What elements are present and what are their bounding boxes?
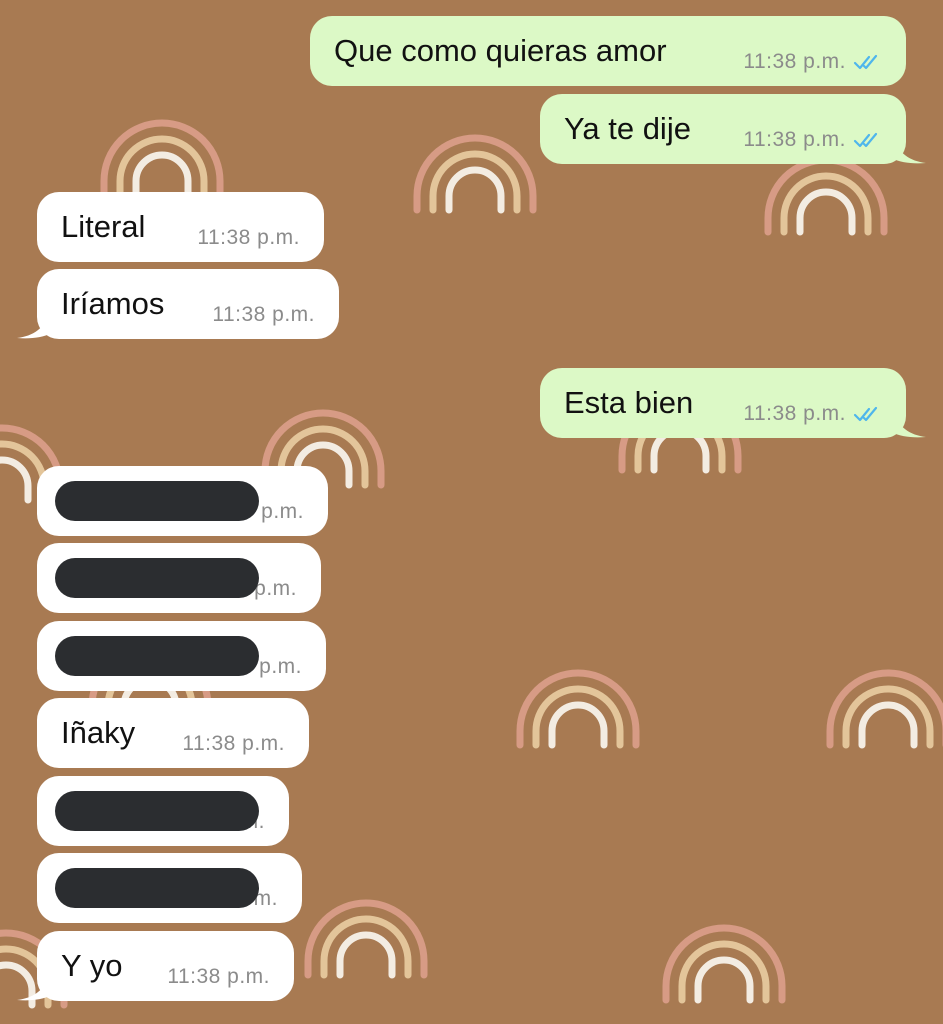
outgoing-message[interactable]: Esta bien 11:38 p.m. <box>540 368 926 438</box>
message-meta: 11:38 p.m. <box>167 965 270 989</box>
message-meta: 11:38 p.m. <box>212 303 315 327</box>
message-time: 11:38 p.m. <box>743 402 846 425</box>
redaction-bar <box>55 868 259 908</box>
outgoing-message[interactable]: Que como quieras amor 11:38 p.m. <box>310 16 906 86</box>
incoming-message[interactable]: Y yo 11:38 p.m. <box>17 931 294 1001</box>
message-text: Y yo <box>61 948 123 983</box>
bubble-tail <box>892 134 926 164</box>
rainbow-icon <box>666 928 782 1000</box>
message-text: Literal <box>61 209 146 244</box>
incoming-message[interactable]: p.m. <box>37 621 326 691</box>
rainbow-icon <box>417 138 533 210</box>
incoming-message[interactable]: Literal 11:38 p.m. <box>37 192 324 262</box>
incoming-message[interactable]: Iríamos 11:38 p.m. <box>17 269 339 339</box>
incoming-message[interactable]: m. <box>37 776 289 846</box>
incoming-message[interactable]: p.m. <box>37 466 328 536</box>
read-double-check-icon <box>853 406 878 422</box>
incoming-message[interactable]: Iñaky 11:38 p.m. <box>37 698 309 768</box>
outgoing-message[interactable]: Ya te dije 11:38 p.m. <box>540 94 926 164</box>
rainbow-icon <box>104 123 220 195</box>
message-time: p.m. <box>259 655 302 678</box>
message-text: Iñaky <box>61 715 136 750</box>
redaction-bar <box>55 481 259 521</box>
read-double-check-icon <box>853 132 878 148</box>
message-meta: 11:38 p.m. <box>743 402 882 426</box>
redaction-bar <box>55 558 259 598</box>
message-meta: 11:38 p.m. <box>182 732 285 756</box>
message-meta: 11:38 p.m. <box>743 50 882 74</box>
message-time: 11:38 p.m. <box>743 128 846 151</box>
incoming-message[interactable]: p.m. <box>37 543 321 613</box>
redaction-bar <box>55 636 259 676</box>
message-text: Que como quieras amor <box>334 33 667 68</box>
rainbow-icon <box>830 673 943 745</box>
message-meta: p.m. <box>261 500 304 524</box>
message-time: p.m. <box>261 500 304 523</box>
message-time: p.m. <box>254 577 297 600</box>
message-time: 11:38 p.m. <box>212 303 315 326</box>
message-time: 11:38 p.m. <box>743 50 846 73</box>
rainbow-icon <box>520 673 636 745</box>
bubble-tail <box>892 408 926 438</box>
message-text: Iríamos <box>61 286 165 321</box>
message-time: 11:38 p.m. <box>197 226 300 249</box>
rainbow-icon <box>308 903 424 975</box>
message-meta: 11:38 p.m. <box>197 226 300 250</box>
message-text: Esta bien <box>564 385 694 420</box>
read-double-check-icon <box>853 54 878 70</box>
bubble-tail <box>17 971 51 1001</box>
redaction-bar <box>55 791 259 831</box>
rainbow-icon <box>768 160 884 232</box>
message-text: Ya te dije <box>564 111 691 146</box>
message-meta: p.m. <box>254 577 297 601</box>
message-time: 11:38 p.m. <box>182 732 285 755</box>
message-meta: 11:38 p.m. <box>743 128 882 152</box>
incoming-message[interactable]: m. <box>37 853 302 923</box>
message-time: 11:38 p.m. <box>167 965 270 988</box>
bubble-tail <box>17 309 51 339</box>
message-meta: p.m. <box>259 655 302 679</box>
